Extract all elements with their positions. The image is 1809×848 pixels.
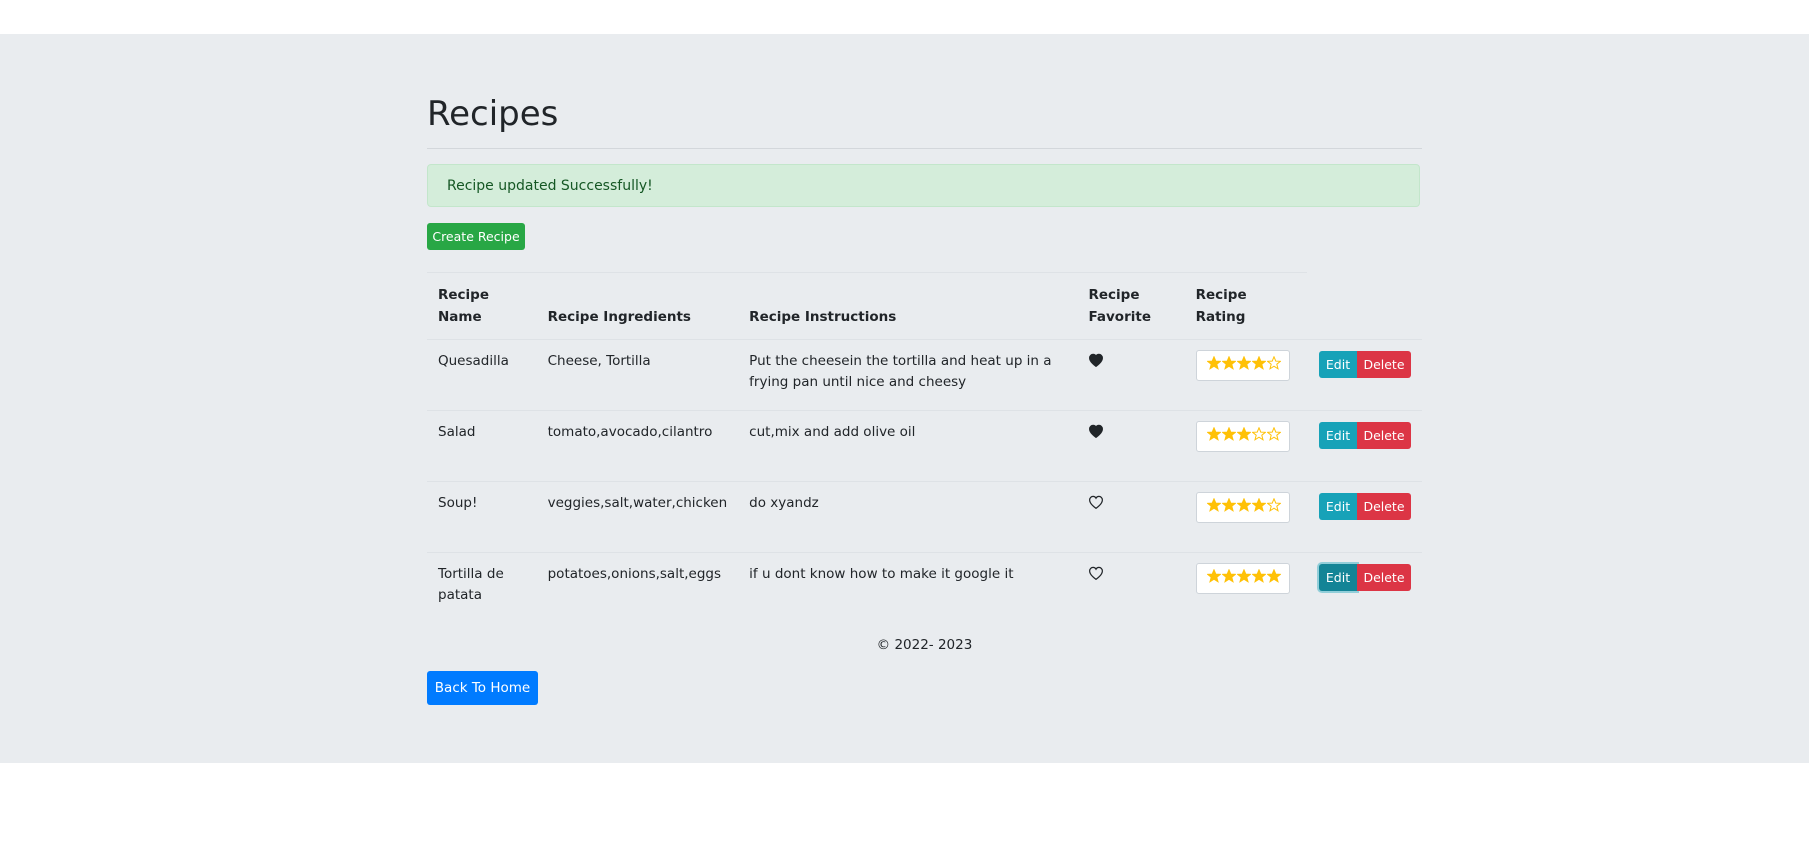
recipe-favorite-cell [1077, 410, 1185, 482]
star-filled-icon[interactable] [1236, 569, 1251, 583]
title-divider [427, 148, 1422, 149]
star-rating[interactable] [1195, 563, 1290, 594]
delete-button[interactable]: Delete [1357, 564, 1411, 591]
star-filled-icon[interactable] [1251, 356, 1266, 370]
star-empty-icon[interactable] [1266, 498, 1281, 512]
star-filled-icon[interactable] [1206, 356, 1221, 370]
star-filled-icon[interactable] [1236, 356, 1251, 370]
recipe-instructions-cell: Put the cheesein the tortilla and heat u… [738, 339, 1078, 411]
edit-button[interactable]: Edit [1319, 422, 1357, 449]
star-filled-icon[interactable] [1251, 569, 1266, 583]
header-recipe-ingredients: Recipe Ingredients [547, 309, 691, 325]
header-recipe-name: Recipe Name [438, 287, 490, 325]
star-rating[interactable] [1195, 350, 1290, 381]
star-filled-icon[interactable] [1206, 427, 1221, 441]
footer-copyright: © 2022- 2023 [876, 637, 973, 653]
recipe-actions-cell: Edit Delete [1308, 410, 1422, 482]
recipe-favorite-cell [1077, 481, 1185, 553]
recipe-favorite-cell [1077, 339, 1185, 411]
table-row: Soup! veggies,salt,water,chicken do xyandz… [427, 481, 1422, 553]
star-rating[interactable] [1195, 492, 1290, 523]
star-filled-icon[interactable] [1206, 498, 1221, 512]
table-row: Tortilla de patata potatoes,onions,salt,e… [427, 552, 1422, 624]
delete-button[interactable]: Delete [1357, 493, 1411, 520]
recipe-instructions-cell: cut,mix and add olive oil [738, 410, 1078, 482]
recipe-rating-cell [1184, 410, 1308, 482]
edit-button[interactable]: Edit [1319, 564, 1357, 591]
recipe-actions-cell: Edit Delete [1308, 339, 1422, 411]
heart-filled-icon[interactable] [1088, 353, 1104, 368]
heart-outline-icon[interactable] [1088, 566, 1104, 581]
recipes-table: Recipe Name Recipe Ingredients Recipe In… [427, 273, 1422, 624]
star-filled-icon[interactable] [1206, 569, 1221, 583]
recipe-name-cell: Quesadilla [427, 339, 537, 411]
star-filled-icon[interactable] [1236, 427, 1251, 441]
header-recipe-favorite: Recipe Favorite [1088, 287, 1151, 325]
delete-button[interactable]: Delete [1357, 422, 1411, 449]
star-rating[interactable] [1195, 421, 1290, 452]
recipe-favorite-cell [1077, 552, 1185, 624]
recipe-ingredients-cell: tomato,avocado,cilantro [536, 410, 739, 482]
table-header-row: Recipe Name Recipe Ingredients Recipe In… [427, 273, 1422, 340]
recipe-actions-cell: Edit Delete [1308, 481, 1422, 553]
recipe-ingredients-cell: Cheese, Tortilla [536, 339, 739, 411]
edit-button[interactable]: Edit [1319, 493, 1357, 520]
table-row: Quesadilla Cheese, Tortilla Put the cheese… [427, 339, 1422, 411]
recipe-actions-cell: Edit Delete [1308, 552, 1422, 624]
page-title: Recipes [427, 94, 559, 134]
star-filled-icon[interactable] [1251, 498, 1266, 512]
star-empty-icon[interactable] [1251, 427, 1266, 441]
star-filled-icon[interactable] [1221, 427, 1236, 441]
header-actions [1308, 273, 1422, 340]
delete-button[interactable]: Delete [1357, 351, 1411, 378]
recipe-instructions-cell: if u dont know how to make it google it [738, 552, 1078, 624]
header-recipe-rating: Recipe Rating [1195, 287, 1247, 325]
success-alert: Recipe updated Successfully! [427, 164, 1420, 207]
heart-filled-icon[interactable] [1088, 424, 1104, 439]
recipe-ingredients-cell: veggies,salt,water,chicken [536, 481, 739, 553]
star-filled-icon[interactable] [1221, 356, 1236, 370]
star-filled-icon[interactable] [1266, 569, 1281, 583]
recipe-name-cell: Tortilla de patata [427, 552, 537, 624]
edit-button[interactable]: Edit [1319, 351, 1357, 378]
recipe-instructions-cell: do xyandz [738, 481, 1078, 553]
heart-outline-icon[interactable] [1088, 495, 1104, 510]
header-recipe-instructions: Recipe Instructions [749, 309, 897, 325]
recipe-rating-cell [1184, 339, 1308, 411]
star-empty-icon[interactable] [1266, 427, 1281, 441]
recipe-rating-cell [1184, 481, 1308, 553]
main-panel: Recipes Recipe updated Successfully! Cre… [0, 34, 1809, 763]
create-recipe-button[interactable]: Create Recipe [427, 223, 525, 250]
recipe-name-cell: Salad [427, 410, 537, 482]
recipe-rating-cell [1184, 552, 1308, 624]
star-filled-icon[interactable] [1221, 498, 1236, 512]
table-row: Salad tomato,avocado,cilantro cut,mix and … [427, 410, 1422, 482]
recipe-name-cell: Soup! [427, 481, 537, 553]
star-filled-icon[interactable] [1221, 569, 1236, 583]
recipe-ingredients-cell: potatoes,onions,salt,eggs [536, 552, 739, 624]
star-filled-icon[interactable] [1236, 498, 1251, 512]
back-to-home-button[interactable]: Back To Home [427, 671, 538, 705]
star-empty-icon[interactable] [1266, 356, 1281, 370]
